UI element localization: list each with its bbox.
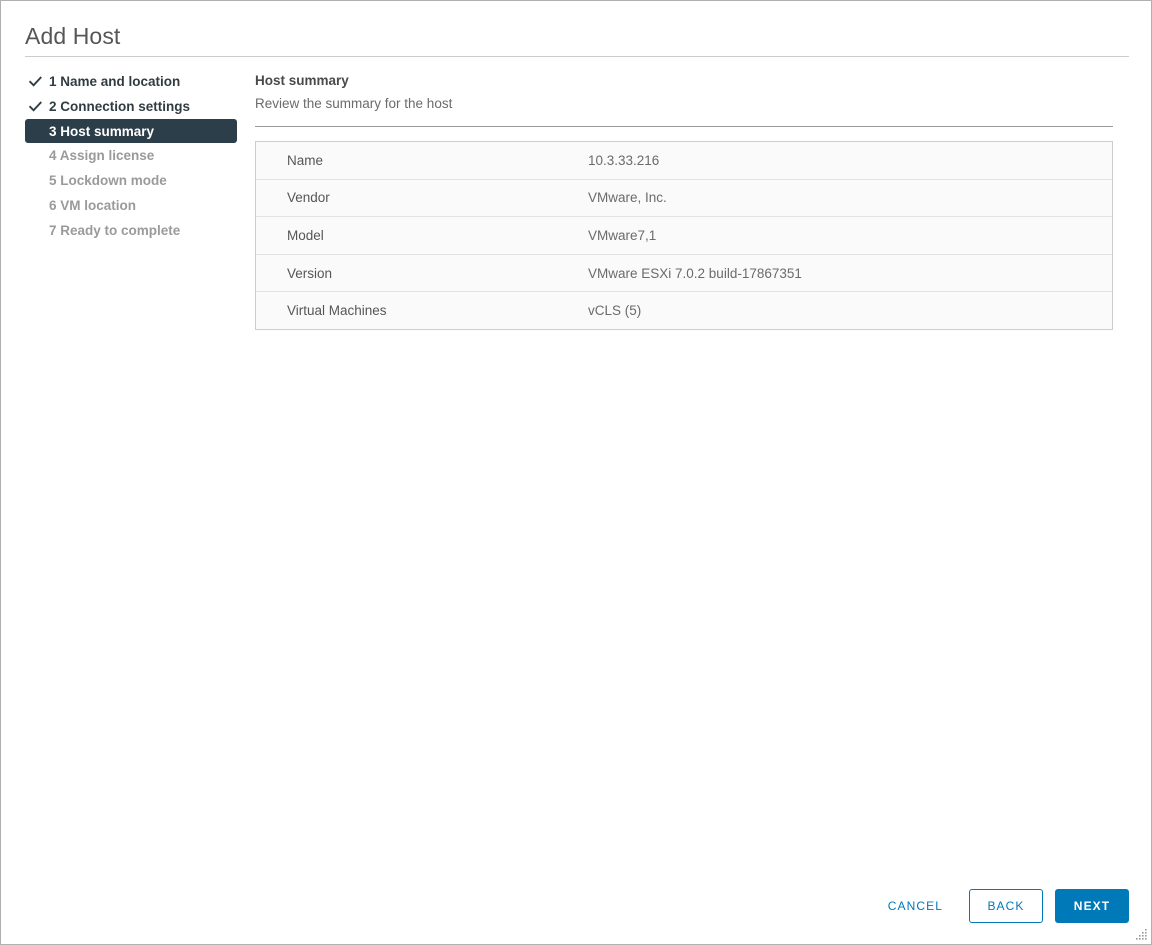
back-button[interactable]: BACK [969, 889, 1043, 923]
table-cell-label: Name [287, 152, 324, 168]
table-row: Virtual Machines vCLS (5) [256, 292, 1112, 329]
host-summary-table: Name 10.3.33.216 Vendor VMware, Inc. Mod… [255, 141, 1113, 330]
page-title: Add Host [25, 23, 121, 49]
content-divider [255, 126, 1113, 127]
table-cell-value: vCLS (5) [588, 303, 642, 319]
sidebar-step-host-summary[interactable]: 3 Host summary [25, 119, 237, 143]
sidebar-step-label: 6 VM location [49, 198, 137, 213]
sidebar-step-label: 3 Host summary [49, 123, 155, 139]
table-cell-value: VMware, Inc. [588, 190, 667, 206]
content-subheading: Review the summary for the host [255, 96, 453, 111]
table-row: Version VMware ESXi 7.0.2 build-17867351 [256, 254, 1112, 293]
wizard-step-navigator: 1 Name and location 2 Connection setting… [25, 69, 237, 243]
sidebar-step-label: 1 Name and location [49, 74, 181, 89]
table-row: Vendor VMware, Inc. [256, 179, 1112, 218]
resize-grip-icon[interactable] [1135, 928, 1148, 941]
table-cell-value: VMware7,1 [588, 227, 657, 243]
table-cell-value: VMware ESXi 7.0.2 build-17867351 [588, 265, 802, 281]
sidebar-step-lockdown-mode[interactable]: 5 Lockdown mode [25, 168, 237, 193]
sidebar-step-label: 5 Lockdown mode [49, 173, 167, 188]
sidebar-step-name-and-location[interactable]: 1 Name and location [25, 69, 237, 94]
content-pane: Host summary Review the summary for the … [255, 72, 1113, 330]
next-button[interactable]: NEXT [1055, 889, 1129, 923]
sidebar-step-assign-license[interactable]: 4 Assign license [25, 143, 237, 168]
sidebar-step-ready-to-complete[interactable]: 7 Ready to complete [25, 218, 237, 243]
add-host-wizard-window: Add Host 1 Name and location 2 Connectio… [0, 0, 1152, 945]
table-row: Model VMware7,1 [256, 217, 1112, 255]
sidebar-step-label: 7 Ready to complete [49, 223, 181, 238]
check-icon [29, 75, 42, 88]
check-icon [29, 100, 42, 113]
table-cell-label: Vendor [287, 190, 330, 206]
sidebar-step-connection-settings[interactable]: 2 Connection settings [25, 94, 237, 119]
wizard-footer: CANCEL BACK NEXT [872, 889, 1129, 923]
content-heading: Host summary [255, 73, 349, 88]
title-divider [25, 56, 1129, 57]
table-cell-label: Virtual Machines [287, 303, 387, 319]
sidebar-step-label: 2 Connection settings [49, 99, 191, 114]
sidebar-step-vm-location[interactable]: 6 VM location [25, 193, 237, 218]
sidebar-step-label: 4 Assign license [49, 148, 155, 163]
cancel-button[interactable]: CANCEL [872, 889, 959, 923]
table-cell-label: Version [287, 265, 333, 281]
table-cell-value: 10.3.33.216 [588, 152, 660, 168]
table-row: Name 10.3.33.216 [256, 142, 1112, 180]
table-cell-label: Model [287, 227, 324, 243]
